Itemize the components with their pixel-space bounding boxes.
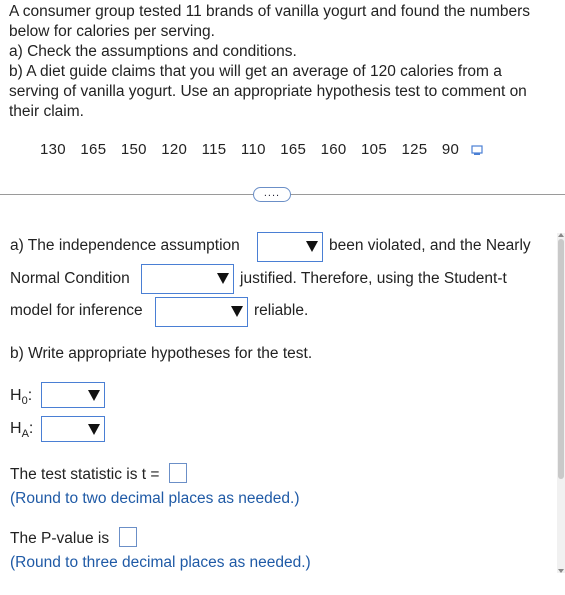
test-statistic-input[interactable] (169, 463, 187, 483)
pvalue-input[interactable] (119, 527, 137, 547)
scroll-up-icon[interactable] (558, 233, 564, 237)
data-value: 160 (320, 141, 347, 158)
model-inference-text: model for inference (10, 302, 143, 319)
data-value: 120 (161, 141, 188, 158)
problem-line: their claim. (9, 103, 84, 120)
problem-line: b) A diet guide claims that you will get… (9, 63, 502, 80)
problem-statement: A consumer group tested 11 brands of van… (9, 2, 559, 122)
problem-line: below for calories per serving. (9, 23, 215, 40)
chevron-down-icon (217, 273, 229, 284)
scrollbar[interactable] (557, 233, 565, 573)
problem-line: a) Check the assumptions and conditions. (9, 43, 297, 60)
round-three-note: (Round to three decimal places as needed… (10, 554, 311, 571)
data-value: 125 (401, 141, 428, 158)
data-value: 165 (80, 141, 107, 158)
data-value: 115 (201, 141, 227, 158)
scroll-down-icon[interactable] (558, 569, 564, 573)
data-values: 130 165 150 120 115 110 165 160 105 125 … (40, 141, 469, 158)
violated-text: been violated, and the Nearly (329, 237, 531, 254)
h0-dropdown[interactable] (41, 382, 105, 408)
ha-label: HA: (10, 420, 34, 441)
normal-condition-text: Normal Condition (10, 270, 130, 287)
data-value: 105 (361, 141, 387, 158)
chevron-down-icon (306, 241, 318, 252)
data-values-row: 130 165 150 120 115 110 165 160 105 125 … (40, 141, 484, 158)
normal-condition-dropdown[interactable] (141, 264, 234, 294)
data-value: 130 (40, 141, 66, 158)
scrollbar-thumb[interactable] (558, 239, 564, 479)
problem-line: A consumer group tested 11 brands of van… (9, 3, 531, 20)
ha-dropdown[interactable] (41, 416, 105, 442)
justified-text: justified. Therefore, using the Student-… (240, 270, 507, 287)
independence-dropdown[interactable] (257, 232, 323, 262)
reliability-dropdown[interactable] (155, 297, 248, 327)
test-statistic-text: The test statistic is t = (10, 466, 160, 483)
round-two-note: (Round to two decimal places as needed.) (10, 490, 300, 507)
chevron-down-icon (88, 390, 100, 401)
chevron-down-icon (231, 306, 243, 317)
copy-data-icon[interactable] (471, 144, 484, 155)
problem-line: serving of vanilla yogurt. Use an approp… (9, 83, 527, 100)
h0-label: H0: (10, 387, 33, 408)
data-value: 150 (120, 141, 147, 158)
data-value: 165 (280, 141, 307, 158)
reliable-text: reliable. (254, 302, 309, 319)
data-value: 90 (441, 141, 460, 158)
expand-button[interactable]: .... (253, 187, 291, 202)
pvalue-text: The P-value is (10, 530, 110, 547)
independence-text: a) The independence assumption (10, 237, 240, 254)
data-value: 110 (240, 141, 266, 158)
hypotheses-prompt: b) Write appropriate hypotheses for the … (10, 345, 313, 362)
chevron-down-icon (88, 424, 100, 435)
